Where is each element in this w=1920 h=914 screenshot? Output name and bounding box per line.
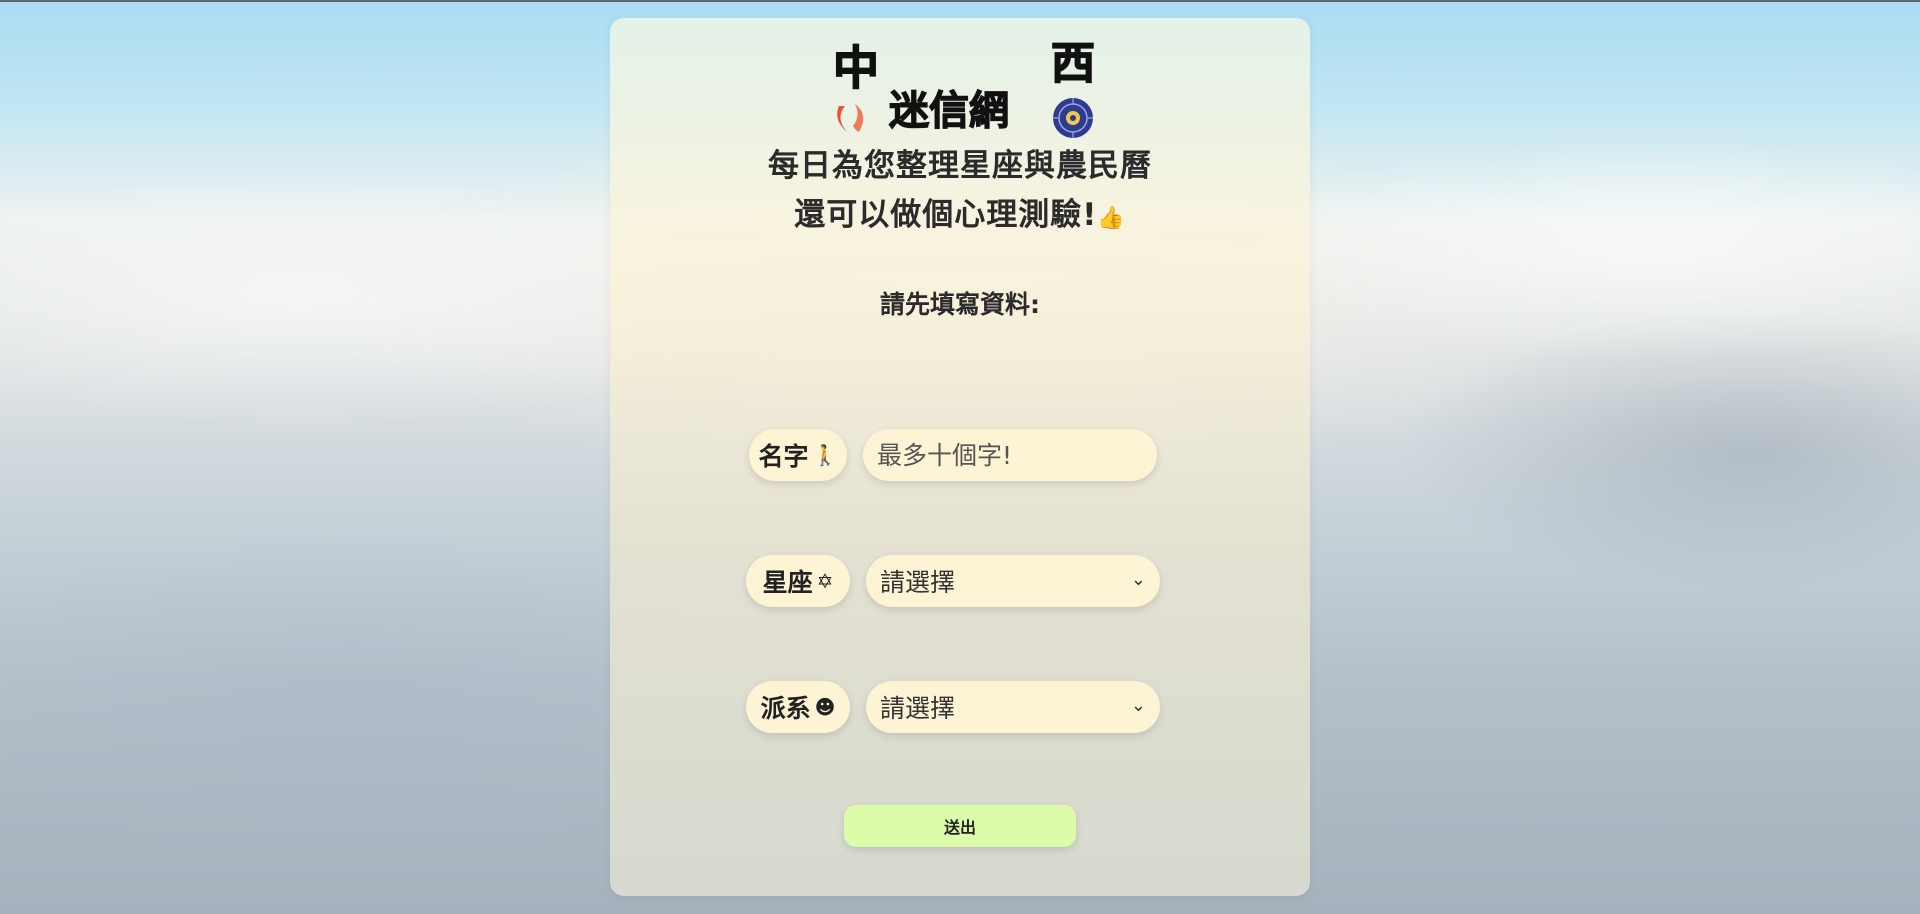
logo-red-crescent-icon bbox=[837, 106, 847, 132]
headline-line-2-text: 還可以做個心理測驗! bbox=[794, 197, 1098, 233]
form-prompt: 請先填寫資料: bbox=[880, 290, 1040, 319]
chevron-down-icon: ⌄ bbox=[1130, 569, 1146, 590]
submit-button[interactable]: 送出 bbox=[844, 805, 1076, 847]
name-label-text: 名字 bbox=[758, 442, 809, 471]
main-card: 中 迷信網 西 每日為您整理星座與農民曆 還可以做個心理測驗!👍 請先填寫資料:… bbox=[610, 18, 1310, 896]
zodiac-label-text: 星座 bbox=[762, 568, 813, 597]
faction-label-text: 派系 bbox=[760, 694, 811, 723]
zodiac-select[interactable]: 請選擇 ⌄ bbox=[866, 555, 1160, 607]
name-input[interactable] bbox=[863, 429, 1157, 481]
logo-title: 迷信網 bbox=[889, 88, 1009, 134]
site-logo: 中 迷信網 西 bbox=[832, 37, 1096, 138]
name-label: 名字 🚶 bbox=[749, 429, 847, 481]
logo-red-crescent-icon bbox=[853, 104, 864, 132]
faction-select-value: 請選擇 bbox=[880, 694, 956, 723]
headline-line-2: 還可以做個心理測驗!👍 bbox=[610, 189, 1310, 234]
star-of-david-icon: ✡ bbox=[816, 569, 834, 593]
logo-char-right: 西 bbox=[1051, 38, 1095, 89]
top-border bbox=[0, 0, 1920, 2]
thumbs-up-icon: 👍 bbox=[1097, 206, 1126, 231]
faction-label: 派系 ☻ bbox=[746, 681, 850, 733]
zodiac-wheel-icon bbox=[1053, 98, 1093, 138]
headline-line-1: 每日為您整理星座與農民曆 bbox=[768, 148, 1152, 184]
smiley-icon: ☻ bbox=[814, 695, 836, 719]
faction-select[interactable]: 請選擇 ⌄ bbox=[866, 681, 1160, 733]
person-pointing-icon: 🚶 bbox=[812, 443, 838, 467]
logo-char-left: 中 bbox=[833, 41, 879, 95]
chevron-down-icon: ⌄ bbox=[1130, 695, 1146, 716]
zodiac-select-value: 請選擇 bbox=[880, 568, 956, 597]
zodiac-label: 星座 ✡ bbox=[746, 555, 850, 607]
